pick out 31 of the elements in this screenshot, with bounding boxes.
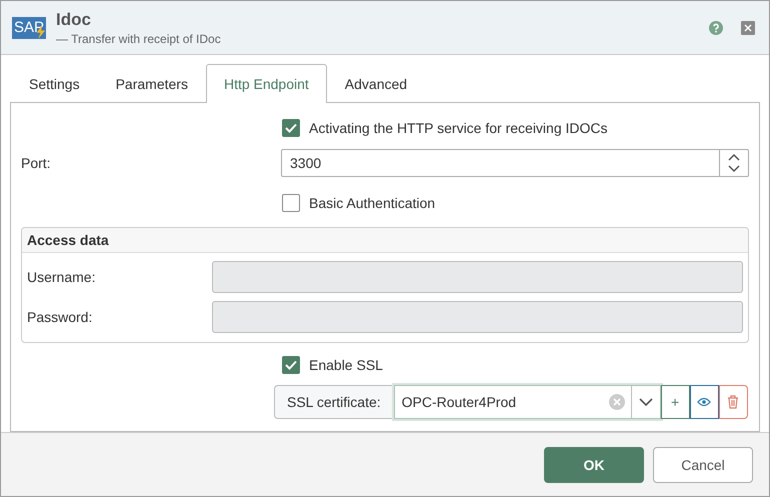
delete-button[interactable] xyxy=(718,385,748,419)
checkbox-label: Enable SSL xyxy=(309,357,383,373)
checkbox[interactable] xyxy=(282,356,300,374)
window-title: Idoc xyxy=(56,10,92,30)
logo: SAP xyxy=(12,16,46,38)
window-subtitle: — Transfer with receipt of IDoc xyxy=(56,32,222,46)
view-button[interactable] xyxy=(690,385,719,419)
field-label: Password: xyxy=(27,309,94,325)
checkbox-label: Activating the HTTP service for receiving IDOCs xyxy=(309,120,608,136)
field-label: SSL certificate: xyxy=(274,385,394,419)
chevron-down-icon[interactable] xyxy=(638,398,653,406)
add-button[interactable]: + xyxy=(660,385,690,419)
checkbox[interactable] xyxy=(282,119,300,137)
cancel-button[interactable]: Cancel xyxy=(653,446,753,482)
field-label: Username: xyxy=(27,269,96,285)
trash-icon xyxy=(727,395,740,409)
tab[interactable]: Advanced xyxy=(326,64,426,103)
eye-icon xyxy=(697,397,712,407)
certificate-dropdown[interactable]: OPC-Router4Prod xyxy=(394,385,661,419)
spinner-icon[interactable] xyxy=(727,153,741,173)
tab[interactable]: Parameters xyxy=(98,64,206,103)
close-icon[interactable] xyxy=(741,20,755,34)
ok-button[interactable]: OK xyxy=(544,446,644,482)
field-label: Port: xyxy=(21,155,52,171)
port-field[interactable]: 3300 xyxy=(281,149,749,177)
tab[interactable]: Http Endpoint xyxy=(206,64,327,103)
tab[interactable]: Settings xyxy=(11,64,98,103)
checkbox-label: Basic Authentication xyxy=(309,195,436,211)
checkbox[interactable] xyxy=(282,194,300,212)
group-title: Access data xyxy=(22,228,748,253)
help-icon[interactable] xyxy=(709,20,723,34)
